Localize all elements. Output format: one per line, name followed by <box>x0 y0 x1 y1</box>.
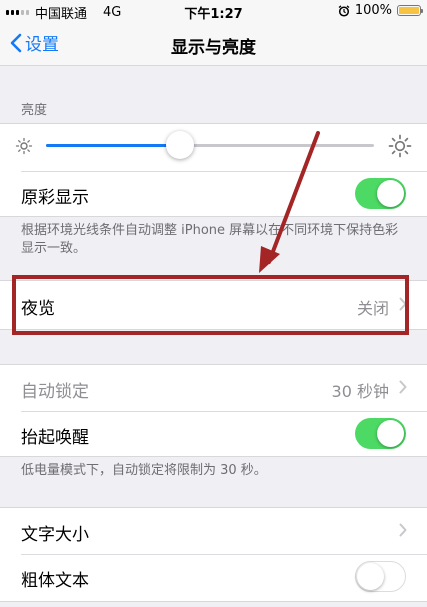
auto-lock-row[interactable]: 自动锁定 30 秒钟 <box>0 365 427 411</box>
chevron-right-icon <box>399 523 407 537</box>
lock-group: 自动锁定 30 秒钟 抬起唤醒 <box>0 364 427 457</box>
raise-to-wake-row: 抬起唤醒 <box>0 411 427 457</box>
raise-to-wake-footnote: 低电量模式下，自动锁定将限制为 30 秒。 <box>21 463 267 478</box>
raise-to-wake-switch[interactable] <box>355 418 406 449</box>
text-size-row[interactable]: 文字大小 <box>0 508 427 554</box>
bold-text-switch[interactable] <box>355 561 406 592</box>
raise-to-wake-label: 抬起唤醒 <box>21 428 89 448</box>
text-group: 文字大小 粗体文本 <box>0 507 427 602</box>
auto-lock-label: 自动锁定 <box>21 382 89 402</box>
switch-knob <box>377 420 404 447</box>
text-size-label: 文字大小 <box>21 525 89 545</box>
bold-text-label: 粗体文本 <box>21 571 89 591</box>
auto-lock-value: 30 秒钟 <box>331 382 389 401</box>
bold-text-row: 粗体文本 <box>0 554 427 600</box>
chevron-right-icon <box>399 380 407 394</box>
switch-knob <box>357 563 384 590</box>
